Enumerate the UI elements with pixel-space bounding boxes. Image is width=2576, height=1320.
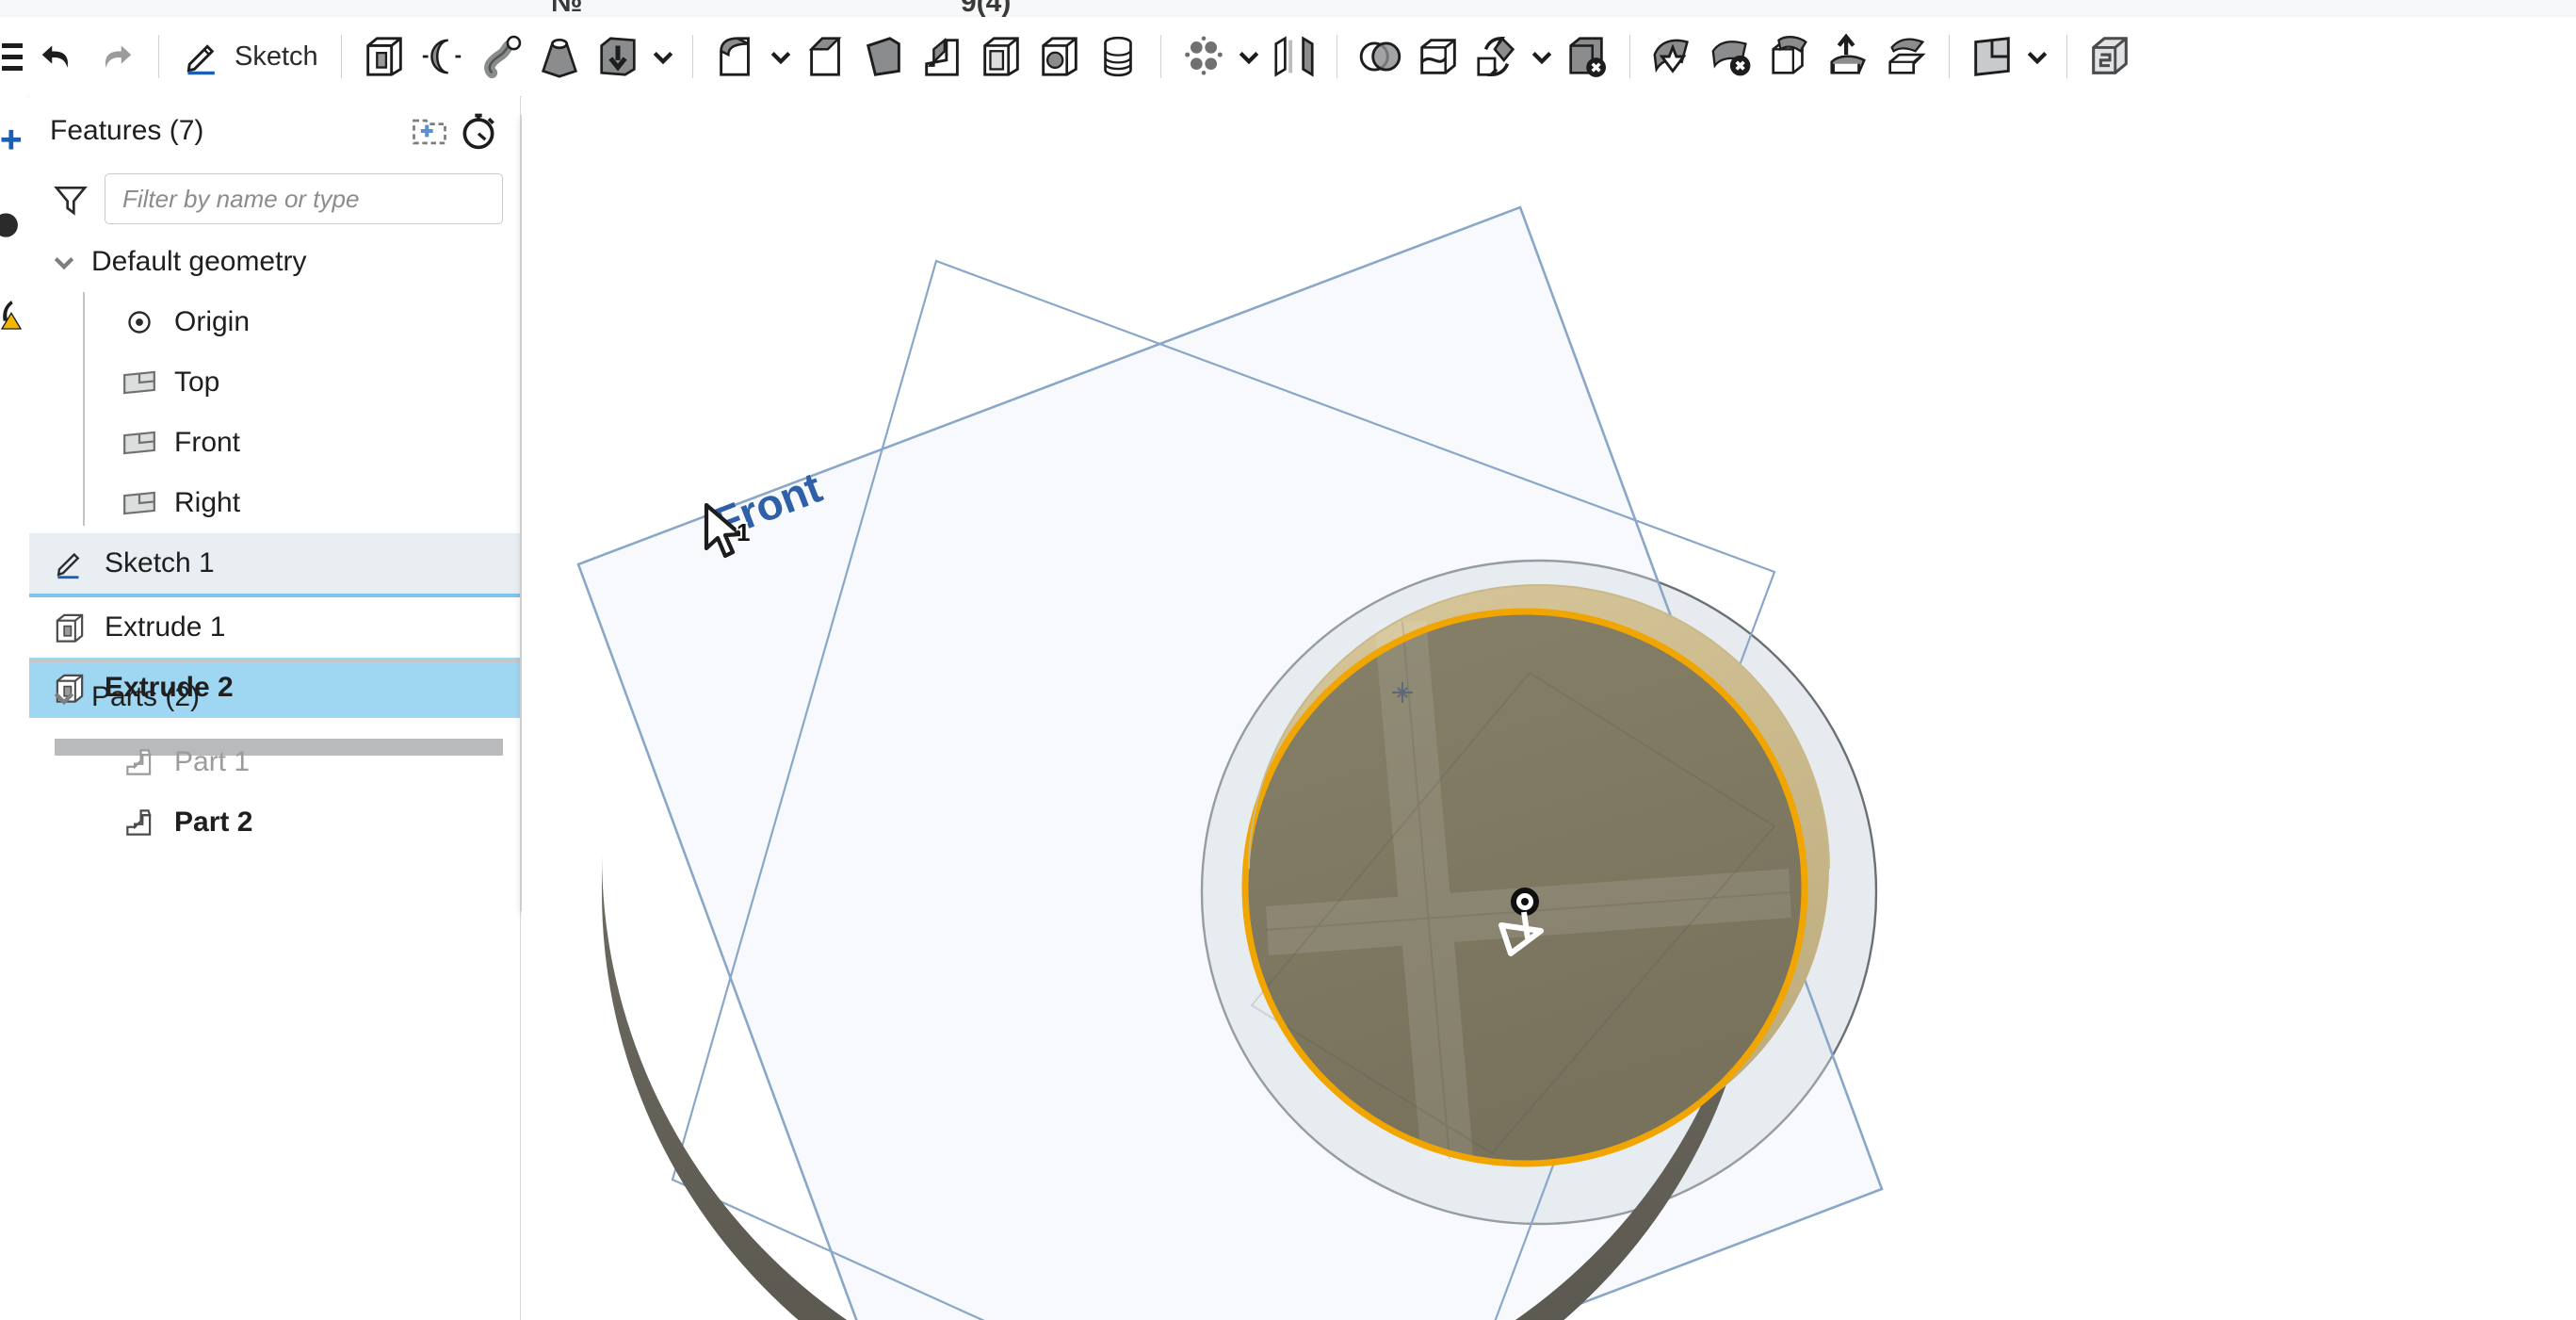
chevron-down-icon[interactable]: [50, 248, 78, 276]
feature-tree-header: Features (7): [29, 96, 520, 166]
insert-icon[interactable]: [0, 122, 28, 158]
toolbar-separator-2: [340, 35, 342, 78]
tree-item-front[interactable]: Front: [29, 413, 520, 473]
enclose-icon[interactable]: [1877, 17, 1936, 96]
sweep-icon[interactable]: [472, 17, 530, 96]
feature-filter-row: [29, 166, 520, 232]
tree-item-part-2[interactable]: Part 2: [29, 792, 520, 853]
hole-icon[interactable]: [1030, 17, 1089, 96]
warning-icon[interactable]: [0, 296, 28, 332]
default-geometry-group[interactable]: Default geometry: [29, 232, 520, 292]
model-render: Front: [576, 205, 1884, 1320]
chevron-down-icon-4[interactable]: [1526, 17, 1558, 96]
loft-icon[interactable]: [530, 17, 589, 96]
browser-chrome-strip: № 9(4): [0, 0, 2576, 18]
part-icon: [120, 803, 159, 842]
mirror-icon[interactable]: [1265, 17, 1323, 96]
extrude-icon: [50, 608, 89, 647]
menu-icon[interactable]: [0, 17, 28, 96]
draft-icon[interactable]: [855, 17, 914, 96]
toolbar-separator-7: [1948, 35, 1950, 78]
tree-item-origin[interactable]: Origin: [29, 292, 520, 352]
onshape-part-studio: № 9(4) Sketch Features (7) Filter by nam…: [0, 0, 2576, 1320]
rib-icon[interactable]: [914, 17, 972, 96]
tree-item-label: Origin: [174, 306, 251, 337]
plane-icon: [120, 483, 159, 523]
delete-face-icon[interactable]: [1702, 17, 1760, 96]
chrome-ghost-glyph: №: [551, 0, 583, 18]
cursor-click-badge: 1: [737, 518, 751, 546]
shell-icon[interactable]: [972, 17, 1030, 96]
feature-tree-title: Features (7): [50, 115, 204, 146]
toolbar-separator-4: [1159, 35, 1161, 78]
offset-surface-icon[interactable]: [1819, 17, 1877, 96]
parts-section: Parts (2) Part 1 Part 2: [29, 650, 520, 853]
tree-item-sketch-1[interactable]: Sketch 1: [29, 533, 520, 594]
undo-icon[interactable]: [28, 17, 87, 96]
tree-item-label: Part 1: [174, 746, 251, 777]
tree-indent-rail: [83, 292, 85, 526]
replace-face-icon[interactable]: [1760, 17, 1819, 96]
tree-item-label: Sketch 1: [105, 547, 215, 579]
boolean-icon[interactable]: [1351, 17, 1409, 96]
feature-toolbar: Sketch: [0, 17, 2576, 97]
sketch-entity-icon[interactable]: [0, 207, 28, 243]
origin-icon: [120, 302, 159, 342]
thread-icon[interactable]: [1089, 17, 1147, 96]
parts-group[interactable]: Parts (2): [29, 662, 520, 732]
toolbar-separator: [158, 35, 159, 78]
plane-icon: [120, 423, 159, 463]
plane-icon: [120, 363, 159, 402]
default-geometry-children: Origin Top Front Right: [29, 292, 520, 533]
new-folder-icon[interactable]: [405, 106, 454, 155]
chamfer-icon[interactable]: [797, 17, 855, 96]
3d-viewport[interactable]: Front 1: [522, 96, 2576, 1320]
sketch-icon: [50, 544, 89, 583]
feature-filter-input[interactable]: [121, 183, 487, 215]
tree-item-top[interactable]: Top: [29, 352, 520, 413]
feature-filter-box[interactable]: [105, 173, 503, 224]
tree-item-label: Top: [174, 367, 220, 398]
chevron-down-icon[interactable]: [50, 683, 78, 711]
chevron-down-icon[interactable]: [647, 17, 679, 96]
pattern-icon[interactable]: [1175, 17, 1233, 96]
tree-item-label: Part 2: [174, 807, 253, 838]
chevron-down-icon-3[interactable]: [1233, 17, 1265, 96]
funnel-icon[interactable]: [50, 178, 91, 220]
chevron-down-icon-2[interactable]: [765, 17, 797, 96]
chevron-down-icon-5[interactable]: [2021, 17, 2053, 96]
thicken-icon[interactable]: [589, 17, 647, 96]
fillet-icon[interactable]: [706, 17, 765, 96]
transform-icon[interactable]: [1467, 17, 1526, 96]
tree-item-label: Right: [174, 487, 241, 518]
delete-part-icon[interactable]: [1558, 17, 1616, 96]
toolbar-separator-3: [691, 35, 693, 78]
origin-point-icon: [1511, 888, 1539, 916]
sketch-button[interactable]: Sketch: [172, 17, 328, 96]
feature-history-icon[interactable]: [454, 106, 503, 155]
sketch-button-label: Sketch: [235, 41, 318, 72]
tree-item-label: Front: [174, 427, 241, 458]
default-geometry-label: Default geometry: [91, 246, 307, 277]
parts-group-label: Parts (2): [91, 681, 201, 712]
chrome-ghost-glyph-2: 9(4): [961, 0, 1012, 18]
split-view-icon[interactable]: [1963, 17, 2021, 96]
view-cube-icon[interactable]: [2081, 17, 2139, 96]
tree-item-right[interactable]: Right: [29, 473, 520, 533]
tree-item-label: Extrude 1: [105, 611, 226, 643]
toolbar-separator-6: [1628, 35, 1630, 78]
extrude-icon[interactable]: [355, 17, 413, 96]
toolbar-separator-8: [2066, 35, 2067, 78]
revolve-icon[interactable]: [413, 17, 472, 96]
redo-icon[interactable]: [87, 17, 145, 96]
tree-item-part-1[interactable]: Part 1: [29, 732, 520, 792]
tree-item-extrude-1[interactable]: Extrude 1: [29, 597, 520, 658]
left-icon-rail: [0, 96, 28, 1320]
move-face-icon[interactable]: [1644, 17, 1702, 96]
feature-tree-panel: Features (7) Filter by name or type Defa…: [29, 96, 521, 1320]
split-icon[interactable]: [1409, 17, 1467, 96]
part-icon: [120, 742, 159, 782]
